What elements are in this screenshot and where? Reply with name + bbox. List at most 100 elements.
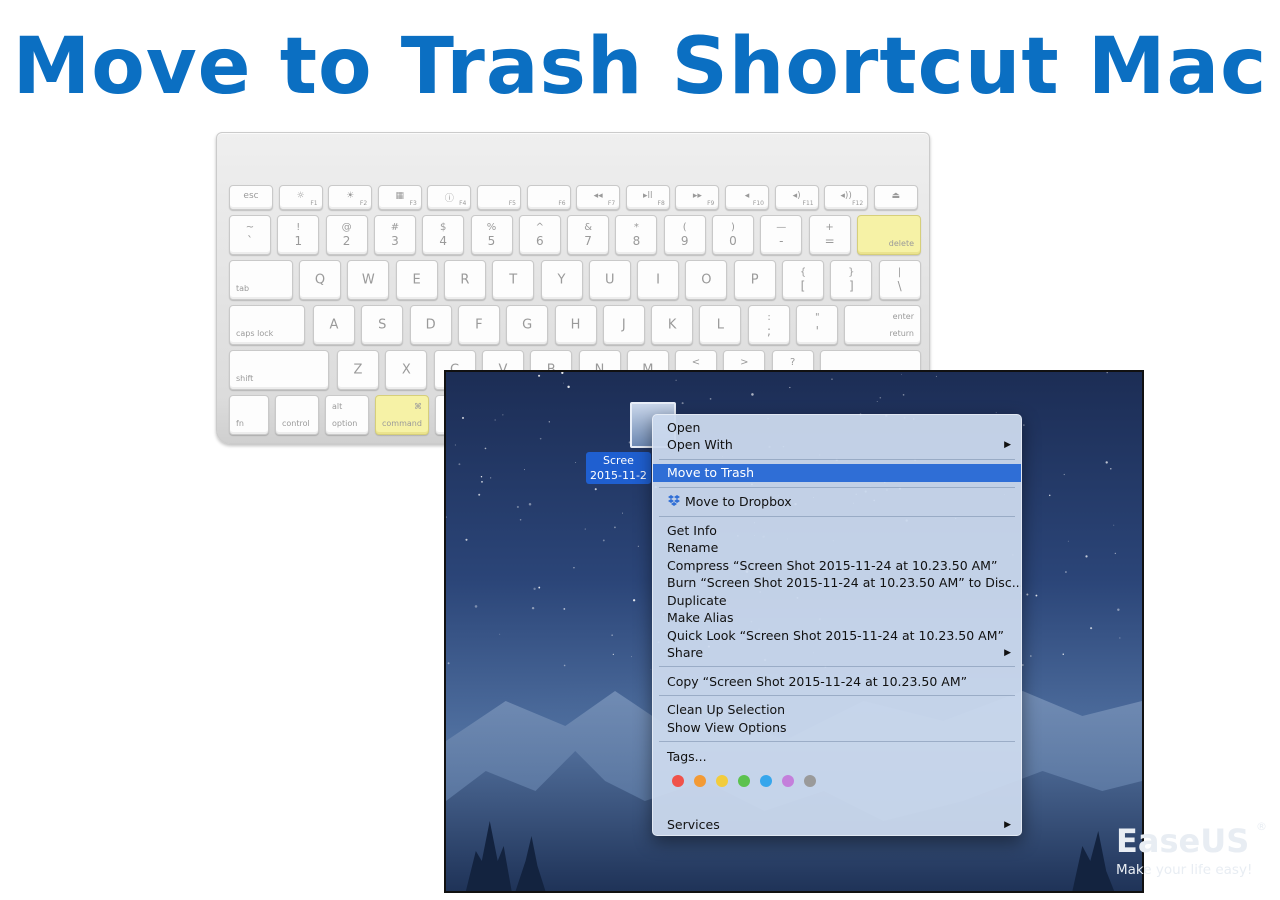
menu-item-show-view-options[interactable]: Show View Options	[653, 719, 1021, 737]
key-bottom-label: 1	[294, 234, 303, 248]
letter-key[interactable]: O	[685, 260, 728, 300]
star	[567, 385, 570, 389]
bracket-key[interactable]: {[	[782, 260, 824, 300]
letter-key[interactable]: U	[588, 260, 631, 300]
letter-key[interactable]: T	[492, 260, 535, 300]
number-row-key[interactable]: * 8	[615, 215, 658, 255]
tag-color-dot[interactable]	[672, 775, 684, 787]
tag-color-dot[interactable]	[694, 775, 706, 787]
letter-key[interactable]: G	[506, 305, 549, 345]
punctuation-key[interactable]: :;	[748, 305, 790, 345]
number-row-key[interactable]: + =	[808, 215, 851, 255]
key-top-label: %	[486, 222, 497, 233]
letter-key[interactable]: J	[602, 305, 645, 345]
fn-row-key[interactable]: ◂ F10	[725, 185, 769, 210]
fn-row-key[interactable]: ▦ F3	[377, 185, 422, 210]
fn-row-key[interactable]: ⓘ F4	[427, 185, 472, 210]
fn-row-key[interactable]: ◂)) F12	[824, 185, 869, 210]
tag-color-dot[interactable]	[738, 775, 750, 787]
command-key[interactable]: ⌘ command	[375, 395, 429, 435]
menu-item-share[interactable]: Share ▶	[653, 644, 1021, 662]
delete-key[interactable]: delete	[857, 215, 921, 255]
menu-item-duplicate[interactable]: Duplicate	[653, 592, 1021, 610]
number-row-key[interactable]: ! 1	[277, 215, 320, 255]
number-row-key[interactable]: ^ 6	[518, 215, 561, 255]
menu-item-open[interactable]: Open	[653, 419, 1021, 437]
punctuation-key[interactable]: " '	[796, 305, 839, 345]
letter-key[interactable]: Q	[299, 260, 341, 300]
key-bottom-label: `	[247, 234, 253, 248]
star	[751, 393, 754, 396]
menu-item-quick-look[interactable]: Quick Look “Screen Shot 2015-11-24 at 10…	[653, 627, 1021, 645]
letter-key[interactable]: L	[699, 305, 742, 345]
tag-color-dot[interactable]	[804, 775, 816, 787]
letter-key[interactable]: S	[361, 305, 404, 345]
fn-row-key[interactable]: ▸▸ F9	[675, 185, 720, 210]
number-row-key[interactable]: ~ `	[229, 215, 271, 255]
menu-item-open-with[interactable]: Open With ▶	[653, 436, 1021, 454]
return-key[interactable]: enter return	[844, 305, 921, 345]
bracket-key[interactable]: }]	[830, 260, 873, 300]
menu-item-copy[interactable]: Copy “Screen Shot 2015-11-24 at 10.23.50…	[653, 673, 1021, 691]
bracket-key[interactable]: | \	[878, 260, 921, 300]
star	[561, 372, 564, 375]
star	[474, 605, 478, 608]
file-name-label[interactable]: Scree 2015-11-2	[586, 452, 651, 484]
number-row-key[interactable]: — -	[760, 215, 803, 255]
menu-item-move-to-dropbox[interactable]: Move to Dropbox	[653, 493, 1021, 511]
letter-key[interactable]: F	[457, 305, 500, 345]
fn-row-key[interactable]: esc	[229, 185, 273, 210]
option-key[interactable]: alt option	[325, 395, 369, 435]
fn-row-key[interactable]: ☼ F1	[278, 185, 323, 210]
letter-key[interactable]: R	[443, 260, 486, 300]
letter-key[interactable]: D	[409, 305, 452, 345]
star	[480, 475, 483, 478]
star	[1106, 372, 1108, 374]
menu-item-make-alias[interactable]: Make Alias	[653, 609, 1021, 627]
fn-row-key[interactable]: ⏏	[873, 185, 918, 210]
menu-item-get-info[interactable]: Get Info	[653, 522, 1021, 540]
fn-row-key[interactable]: ◂◂ F7	[576, 185, 621, 210]
menu-item-compress[interactable]: Compress “Screen Shot 2015-11-24 at 10.2…	[653, 557, 1021, 575]
fn-row-key[interactable]: F6	[526, 185, 571, 210]
letter-key[interactable]: X	[385, 350, 428, 390]
fn-row-key[interactable]: ▸ll F8	[625, 185, 670, 210]
tag-color-dot[interactable]	[782, 775, 794, 787]
letter-key[interactable]: Z	[337, 350, 379, 390]
letter-key[interactable]: P	[733, 260, 776, 300]
fn-row-key[interactable]: ◂) F11	[774, 185, 819, 210]
caps-lock-key[interactable]: caps lock	[229, 305, 305, 345]
number-row-key[interactable]: (9	[663, 215, 706, 255]
menu-item-move-to-trash[interactable]: Move to Trash	[653, 464, 1021, 482]
tag-color-dot[interactable]	[760, 775, 772, 787]
number-row-key[interactable]: #3	[373, 215, 416, 255]
key-label: K	[667, 317, 677, 333]
shift-key[interactable]: shift	[229, 350, 329, 390]
tab-key[interactable]: tab	[229, 260, 293, 300]
letter-key[interactable]: W	[347, 260, 390, 300]
menu-item-burn-to-disc[interactable]: Burn “Screen Shot 2015-11-24 at 10.23.50…	[653, 574, 1021, 592]
letter-key[interactable]: K	[651, 305, 694, 345]
letter-key[interactable]: E	[395, 260, 438, 300]
number-row-key[interactable]: @2	[325, 215, 368, 255]
menu-item-tags[interactable]: Tags...	[653, 748, 1021, 766]
fn-key[interactable]: fn	[229, 395, 269, 435]
menu-item-rename[interactable]: Rename	[653, 539, 1021, 557]
number-row-key[interactable]: & 7	[567, 215, 610, 255]
fn-row-key[interactable]: ☀ F2	[328, 185, 373, 210]
number-row-key[interactable]: ) 0	[712, 215, 754, 255]
letter-key[interactable]: Y	[540, 260, 583, 300]
star	[563, 608, 566, 610]
menu-item-services[interactable]: Services ▶	[653, 816, 1021, 834]
number-row-key[interactable]: % 5	[470, 215, 513, 255]
letter-key[interactable]: H	[554, 305, 597, 345]
tag-color-dot[interactable]	[716, 775, 728, 787]
key-top-label: |	[897, 267, 902, 278]
letter-key[interactable]: A	[313, 305, 355, 345]
control-key[interactable]: control	[275, 395, 319, 435]
fn-row-key[interactable]: F5	[477, 185, 521, 210]
number-row-key[interactable]: $4	[422, 215, 465, 255]
submenu-arrow-icon: ▶	[1004, 648, 1011, 658]
letter-key[interactable]: I	[637, 260, 680, 300]
menu-item-clean-up-selection[interactable]: Clean Up Selection	[653, 701, 1021, 719]
